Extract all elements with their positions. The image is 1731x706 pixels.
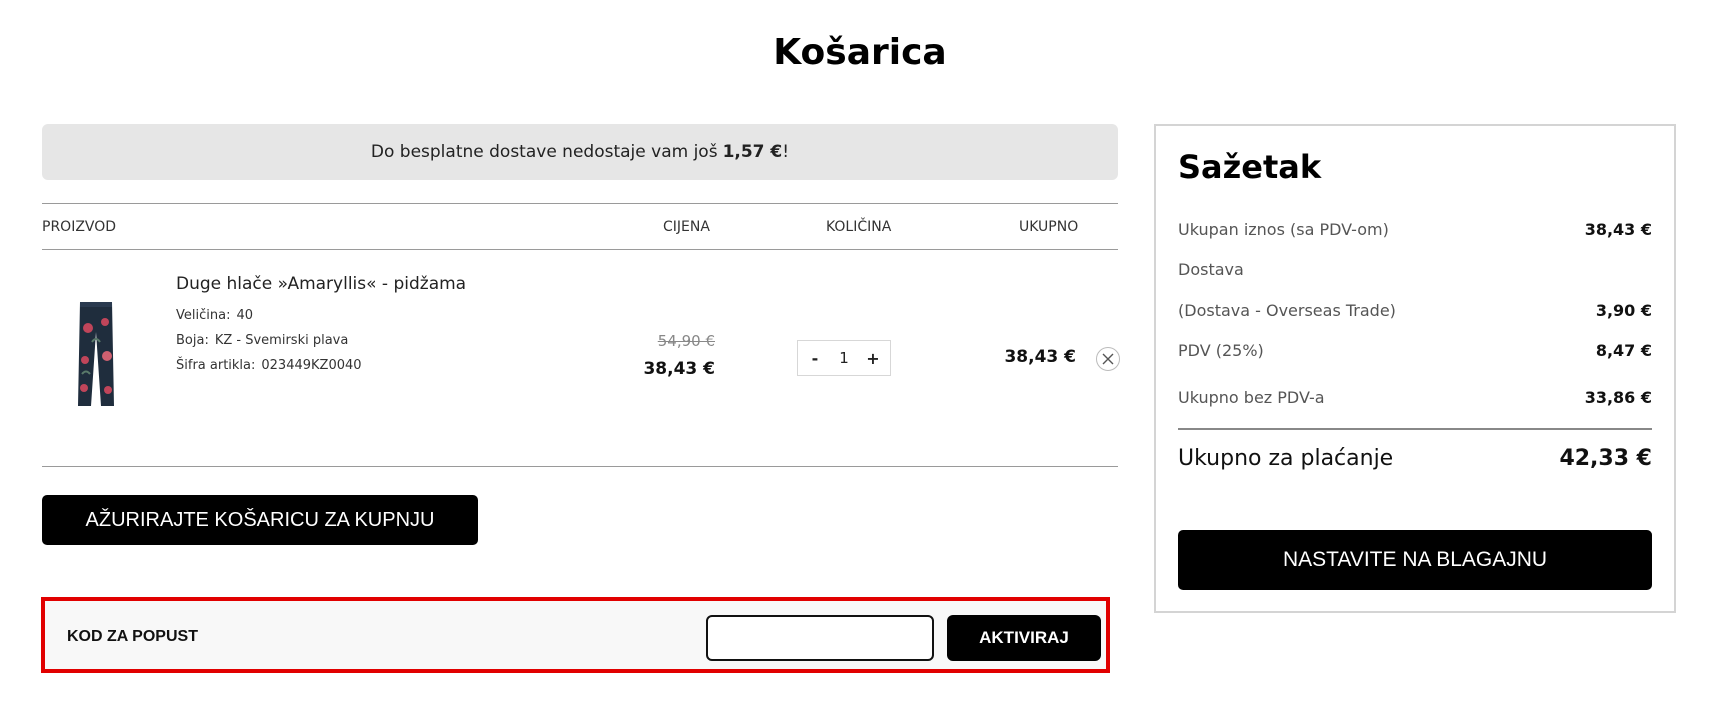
update-cart-button[interactable]: AŽURIRAJTE KOŠARICU ZA KUPNJU: [42, 495, 478, 545]
product-sku: Šifra artikla: 023449KZ0040: [176, 358, 362, 373]
color-label: Boja:: [176, 333, 209, 348]
summary-divider: [1178, 428, 1652, 430]
summary-title: Sažetak: [1178, 148, 1322, 186]
free-shipping-amount: 1,57 €: [722, 142, 783, 162]
product-name[interactable]: Duge hlače »Amaryllis« - pidžama: [176, 274, 466, 294]
cart-table-header: PROIZVOD CIJENA KOLIČINA UKUPNO: [42, 203, 1118, 250]
header-quantity: KOLIČINA: [826, 219, 892, 235]
summary-row-value: 3,90 €: [1595, 301, 1652, 320]
quantity-stepper: - 1 +: [797, 340, 891, 376]
increase-quantity-button[interactable]: +: [866, 349, 880, 368]
summary-row-label: PDV (25%): [1178, 341, 1264, 360]
discount-label: KOD ZA POPUST: [67, 628, 198, 645]
free-shipping-banner: Do besplatne dostave nedostaje vam još 1,…: [42, 124, 1118, 180]
header-product: PROIZVOD: [42, 219, 117, 235]
order-summary: Sažetak Ukupan iznos (sa PDV-om) 38,43 €…: [1154, 124, 1676, 613]
summary-row-value: 8,47 €: [1595, 341, 1652, 360]
summary-row-value: 38,43 €: [1584, 220, 1652, 239]
original-price: 54,90 €: [657, 332, 715, 350]
header-total: UKUPNO: [1019, 219, 1079, 235]
product-color: Boja: KZ - Svemirski plava: [176, 333, 348, 348]
color-value: KZ - Svemirski plava: [214, 333, 349, 348]
sku-label: Šifra artikla:: [176, 358, 256, 373]
summary-row-label: Dostava: [1178, 260, 1244, 279]
checkout-button[interactable]: NASTAVITE NA BLAGAJNU: [1178, 530, 1652, 590]
product-size: Veličina: 40: [176, 308, 253, 323]
header-price: CIJENA: [663, 219, 710, 235]
free-shipping-suffix: !: [782, 142, 790, 162]
discount-section: KOD ZA POPUST AKTIVIRAJ: [41, 597, 1110, 673]
discount-code-input[interactable]: [706, 615, 934, 661]
grand-total-value: 42,33 €: [1559, 446, 1652, 471]
page-title: Košarica: [773, 32, 947, 73]
size-value: 40: [236, 308, 253, 323]
activate-discount-button[interactable]: AKTIVIRAJ: [947, 615, 1101, 661]
close-icon: [1102, 353, 1114, 365]
line-total: 38,43 €: [1004, 347, 1076, 367]
summary-row-value: 33,86 €: [1584, 388, 1652, 407]
summary-row-label: Ukupno bez PDV-a: [1178, 388, 1325, 407]
decrease-quantity-button[interactable]: -: [808, 349, 822, 368]
cart-divider: [42, 466, 1118, 467]
summary-row-label: Ukupan iznos (sa PDV-om): [1178, 220, 1389, 239]
grand-total-label: Ukupno za plaćanje: [1178, 446, 1394, 471]
pajama-pants-icon[interactable]: [68, 298, 124, 410]
sale-price: 38,43 €: [643, 359, 715, 379]
sku-value: 023449KZ0040: [261, 358, 362, 373]
quantity-value[interactable]: 1: [839, 349, 849, 367]
size-label: Veličina:: [176, 308, 231, 323]
free-shipping-text: Do besplatne dostave nedostaje vam još: [370, 142, 718, 162]
summary-row-label: (Dostava - Overseas Trade): [1178, 301, 1396, 320]
remove-item-button[interactable]: [1096, 347, 1120, 371]
